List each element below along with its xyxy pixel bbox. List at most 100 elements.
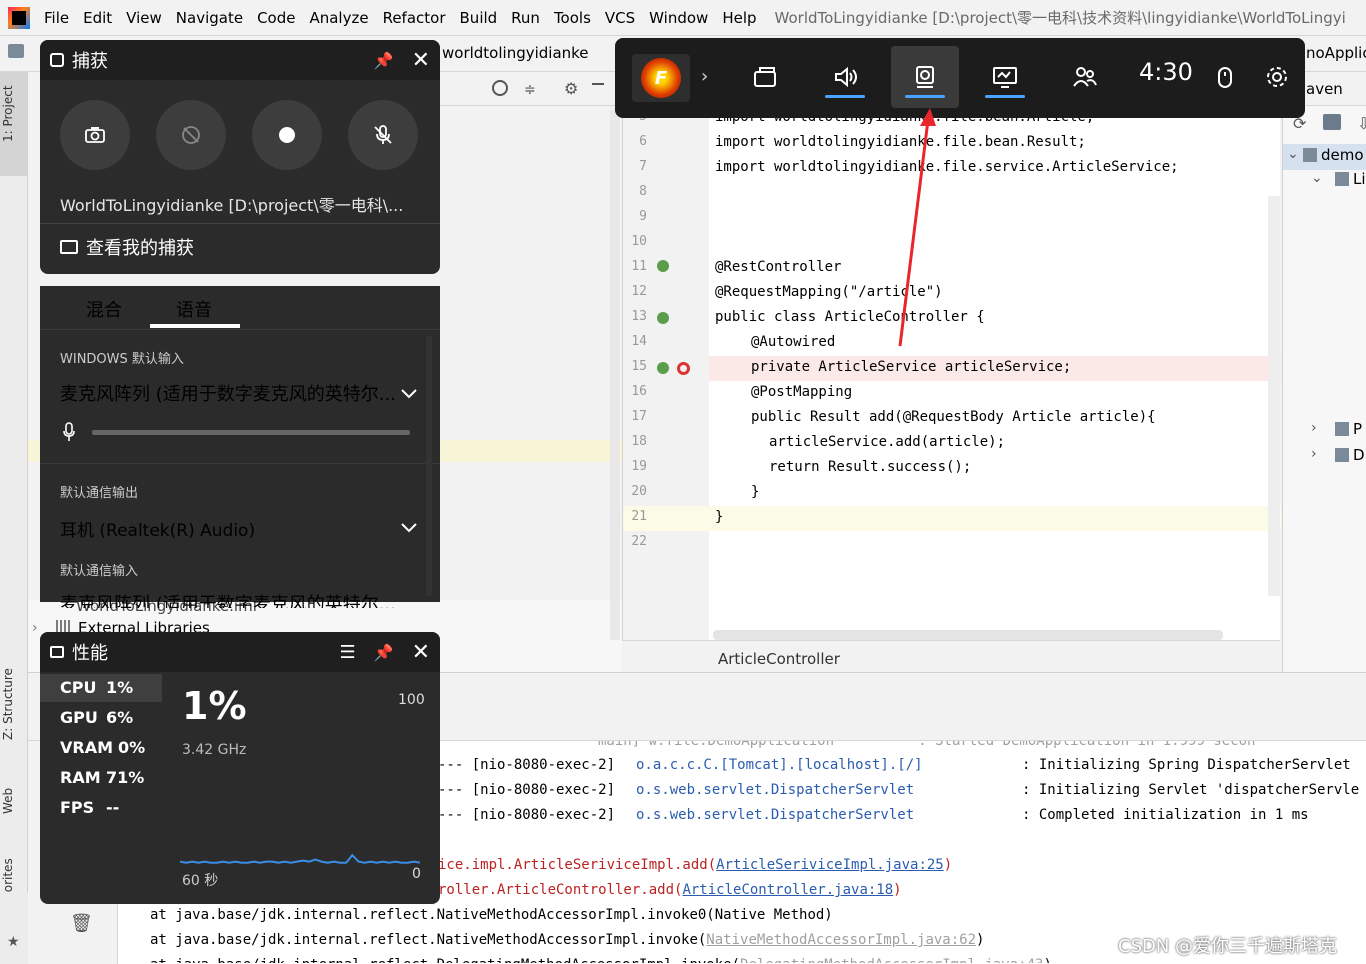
expand-arrow-icon[interactable]: › [32,620,38,636]
maven-tree-dependencies[interactable]: D [1353,446,1365,464]
collapse-arrow-icon-2[interactable]: ⌄ [1311,170,1323,186]
performance-active-indicator [985,95,1025,98]
menu-tools[interactable]: Tools [554,9,591,27]
menu-window[interactable]: Window [649,9,708,27]
divider-2 [40,463,440,464]
collapse-arrow-icon[interactable]: ⌄ [1287,146,1299,162]
menu-edit[interactable]: Edit [83,9,112,27]
game-logo-button[interactable]: F [632,54,690,102]
editor-breadcrumb-bar: ArticleController [622,640,1280,672]
code-line[interactable]: } [751,484,759,500]
trace-source-link[interactable]: DelegatingMethodAccessorImpl.java:43 [740,957,1043,963]
horizontal-scrollbar[interactable] [713,630,1223,640]
download-icon[interactable]: ⇩ [1357,114,1366,133]
metric-label[interactable]: FPS [60,798,94,817]
minimize-icon[interactable] [592,83,604,85]
code-line[interactable]: private ArticleService articleService; [751,359,1071,375]
menu-vcs[interactable]: VCS [605,9,635,27]
breakpoint-icon[interactable] [677,362,690,375]
capture-widget-button[interactable] [891,46,959,108]
menu-help[interactable]: Help [722,9,756,27]
record-last-button[interactable] [156,100,226,170]
trace-text: at java.base/jdk.internal.reflect.Native… [150,907,833,923]
line-number: 22 [631,534,647,549]
mic-toggle-button[interactable] [348,100,418,170]
expand-arrow-icon-d[interactable]: › [1311,446,1317,462]
code-line[interactable]: @PostMapping [751,384,852,400]
breadcrumb[interactable]: worldtolingyidianke [442,44,589,62]
gear-icon[interactable]: ⚙ [564,79,578,98]
pin-icon-2[interactable]: 📌 [374,643,394,662]
breadcrumb-right[interactable]: noApplic [1306,44,1366,62]
tab-web[interactable]: Web [1,788,15,814]
code-line[interactable]: @Autowired [751,334,835,350]
locate-icon[interactable] [492,80,508,96]
chevron-down-icon-2[interactable] [400,518,418,536]
options-icon[interactable]: ☰ [340,642,356,663]
tab-voice[interactable]: 语音 [176,296,212,322]
audio-widget-button[interactable] [811,46,879,108]
code-line[interactable]: import worldtolingyidianke.file.service.… [715,159,1179,175]
menu-run[interactable]: Run [511,9,540,27]
editor-tab-label[interactable]: ArticleController [718,650,840,668]
generate-sources-icon[interactable] [1323,114,1341,130]
view-captures-link[interactable]: 查看我的捕获 [60,234,194,260]
code-line[interactable]: articleService.add(article); [769,434,1005,450]
code-editor[interactable]: 5import worldtolingyidianke.file.bean.Ar… [622,106,1281,672]
pin-icon[interactable]: 📌 [374,51,394,70]
mouse-icon [1218,67,1232,88]
metric-label[interactable]: VRAM [60,738,113,757]
close-icon-2[interactable]: ✕ [412,640,430,665]
expand-arrow-icon-p[interactable]: › [1311,420,1317,436]
close-icon[interactable]: ✕ [412,48,430,73]
code-line[interactable]: return Result.success(); [769,459,971,475]
maven-tree-lifecycle[interactable]: Li [1353,170,1366,188]
left-strip-bottom: ★ [0,892,28,964]
trace-source-link[interactable]: NativeMethodAccessorImpl.java:62 [706,932,976,948]
maven-tree-plugins[interactable]: P [1353,420,1362,438]
menu-analyze[interactable]: Analyze [309,9,368,27]
code-line[interactable]: public class ArticleController { [715,309,985,325]
tab-structure[interactable]: Z: Structure [1,668,15,740]
view-captures-label: 查看我的捕获 [86,238,194,259]
metric-label[interactable]: GPU [60,708,98,727]
social-widget-button[interactable] [1051,46,1119,108]
trash-icon[interactable]: 🗑 [70,913,93,934]
menu-refactor[interactable]: Refactor [383,9,446,27]
output-device-select[interactable]: 耳机 (Realtek(R) Audio) [60,516,255,541]
maven-label: aven [1306,80,1343,98]
screenshot-button[interactable] [60,100,130,170]
widget-menu-button[interactable] [731,46,799,108]
people-icon [1073,67,1097,87]
menu-view[interactable]: View [126,9,162,27]
trace-source-link[interactable]: ArticleSeriviceImpl.java:25 [716,857,944,873]
chevron-down-icon[interactable] [400,384,418,402]
metric-label[interactable]: RAM [60,768,101,787]
tab-project[interactable]: 1: Project [1,85,15,142]
collapse-icon[interactable]: ≑ [524,82,536,98]
audio-scrollbar[interactable] [426,336,432,596]
tab-mix[interactable]: 混合 [86,296,122,322]
input-device-select[interactable]: 麦克风阵列 (适用于数字麦克风的英特尔... [60,380,396,406]
expand-chevron-icon[interactable]: › [701,66,708,87]
code-line[interactable]: } [715,509,723,525]
metric-label[interactable]: CPU [60,678,96,697]
editor-scrollbar[interactable] [1268,196,1280,596]
maven-tree-demo[interactable]: demo [1321,146,1364,164]
start-recording-button[interactable] [252,100,322,170]
maven-tab[interactable]: aven [1306,72,1366,106]
menu-navigate[interactable]: Navigate [176,9,243,27]
menu-code[interactable]: Code [257,9,295,27]
favorites-star-icon[interactable]: ★ [7,934,20,950]
trace-source-link[interactable]: ArticleController.java:18 [682,882,893,898]
capture-icon [916,66,934,88]
settings-button[interactable] [1243,46,1311,108]
code-line[interactable]: @RestController [715,259,841,275]
performance-widget-button[interactable] [971,46,1039,108]
code-line[interactable]: public Result add(@RequestBody Article a… [751,409,1156,425]
stack-trace-line: at java.base/jdk.internal.reflect.Native… [150,932,984,948]
menu-file[interactable]: File [44,9,69,27]
project-scrollbar[interactable] [610,110,620,640]
menu-build[interactable]: Build [460,9,498,27]
mic-volume-slider[interactable] [92,430,410,435]
